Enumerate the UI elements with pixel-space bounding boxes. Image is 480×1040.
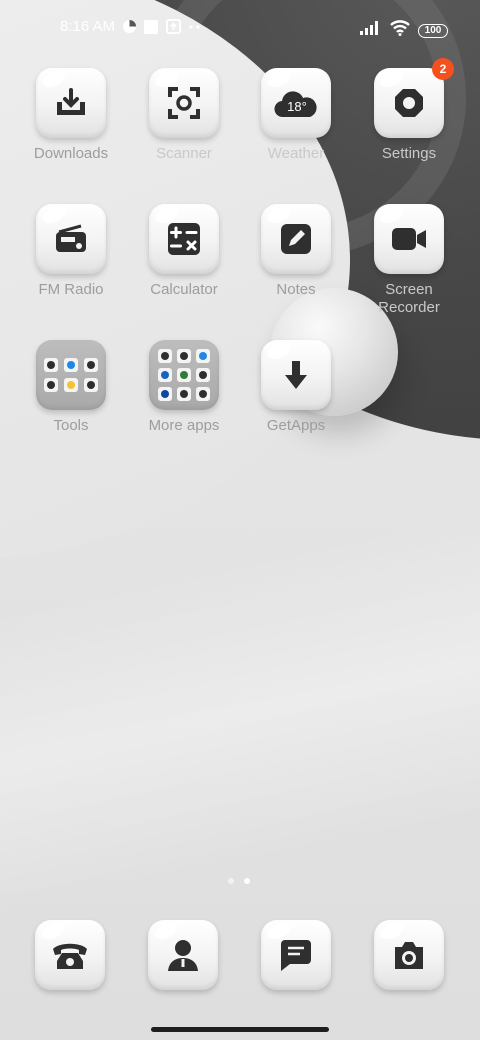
data-saver-icon <box>121 19 137 35</box>
folder-tools[interactable]: Tools <box>16 340 126 435</box>
download-icon <box>36 68 106 138</box>
folder-mini-app-icon <box>196 368 210 382</box>
person-icon <box>148 920 218 990</box>
app-calculator[interactable]: Calculator <box>129 204 239 299</box>
folder-mini-app-icon <box>177 349 191 363</box>
scanner-icon <box>149 68 219 138</box>
upload-box-icon <box>165 19 181 35</box>
dock-messages[interactable] <box>261 920 331 990</box>
app-downloads[interactable]: Downloads <box>16 68 126 163</box>
dock-contacts[interactable] <box>148 920 218 990</box>
app-scanner[interactable]: Scanner <box>129 68 239 163</box>
page-indicator[interactable] <box>228 878 250 884</box>
app-label: Tools <box>53 417 89 434</box>
battery-icon: 100 <box>418 23 448 38</box>
calculator-icon <box>149 204 219 274</box>
app-notes[interactable]: Notes <box>241 204 351 299</box>
app-settings[interactable]: 2 Settings <box>354 58 464 163</box>
app-getapps[interactable]: GetApps <box>241 340 351 435</box>
folder-icon <box>36 340 106 410</box>
more-dots-icon <box>187 19 203 35</box>
app-label: FM Radio <box>38 281 104 298</box>
camera-icon <box>374 920 444 990</box>
dock-phone[interactable] <box>35 920 105 990</box>
video-camera-icon <box>374 204 444 274</box>
app-label: Calculator <box>150 281 218 298</box>
folder-mini-app-icon <box>158 349 172 363</box>
status-bar: 8:16 AM 100 <box>0 0 480 56</box>
app-screen-recorder[interactable]: Screen Recorder <box>354 204 464 317</box>
weather-temp: 18° <box>287 99 307 114</box>
app-label: More apps <box>148 417 220 434</box>
page-dot-active[interactable] <box>244 878 250 884</box>
app-label: Notes <box>276 281 316 298</box>
telephone-icon <box>35 920 105 990</box>
gear-icon <box>374 68 444 138</box>
page-dot[interactable] <box>228 878 234 884</box>
message-icon <box>261 920 331 990</box>
folder-mini-app-icon <box>44 378 58 392</box>
cloud-icon: 18° <box>261 68 331 138</box>
folder-mini-app-icon <box>158 387 172 401</box>
app-label: GetApps <box>266 417 326 434</box>
notification-square-icon <box>143 19 159 35</box>
folder-mini-app-icon <box>158 368 172 382</box>
folder-mini-app-icon <box>177 387 191 401</box>
signal-icon <box>360 21 382 40</box>
folder-mini-app-icon <box>64 358 78 372</box>
folder-mini-app-icon <box>44 358 58 372</box>
app-label: Scanner <box>156 145 212 162</box>
wifi-icon <box>390 20 410 41</box>
folder-icon <box>149 340 219 410</box>
notification-badge: 2 <box>432 58 454 80</box>
folder-mini-app-icon <box>84 378 98 392</box>
app-label: Settings <box>381 145 437 162</box>
app-label: Downloads <box>33 145 109 162</box>
status-time: 8:16 AM <box>60 18 116 35</box>
folder-mini-app-icon <box>84 358 98 372</box>
app-label: Screen Recorder <box>378 281 440 316</box>
dock-camera[interactable] <box>374 920 444 990</box>
notes-icon <box>261 204 331 274</box>
folder-preview-grid <box>44 358 98 392</box>
folder-preview-grid <box>158 349 210 401</box>
home-indicator-bar[interactable] <box>151 1027 329 1032</box>
app-weather[interactable]: 18° Weather <box>241 68 351 163</box>
folder-mini-app-icon <box>196 387 210 401</box>
folder-mini-app-icon <box>64 378 78 392</box>
arrow-down-icon <box>261 340 331 410</box>
app-label: Weather <box>267 145 325 162</box>
folder-more-apps[interactable]: More apps <box>129 340 239 435</box>
radio-icon <box>36 204 106 274</box>
folder-mini-app-icon <box>177 368 191 382</box>
folder-mini-app-icon <box>196 349 210 363</box>
app-fm-radio[interactable]: FM Radio <box>16 204 126 299</box>
wallpaper-shine <box>0 500 480 920</box>
